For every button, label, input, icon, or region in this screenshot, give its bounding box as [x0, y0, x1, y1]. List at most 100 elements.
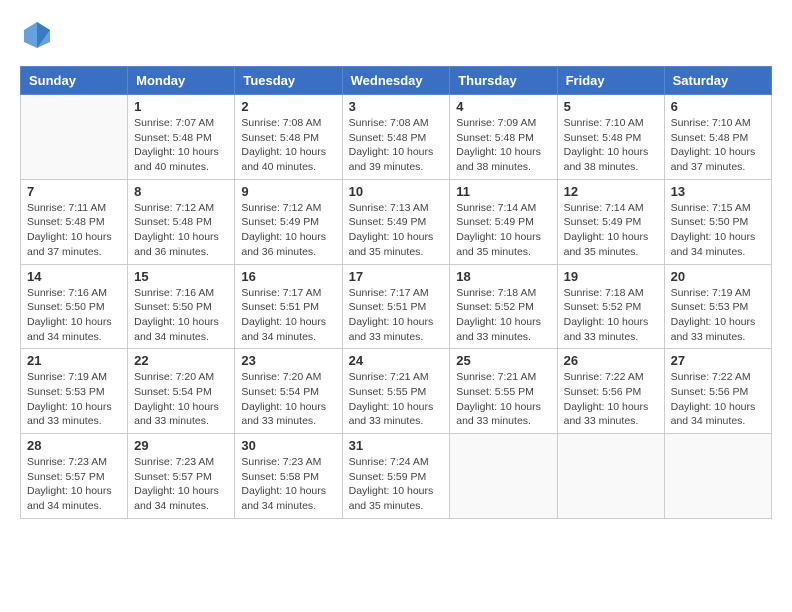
day-number: 26	[564, 353, 658, 368]
day-info: Sunrise: 7:11 AM Sunset: 5:48 PM Dayligh…	[27, 201, 121, 260]
day-number: 2	[241, 99, 335, 114]
day-number: 27	[671, 353, 765, 368]
calendar-week-row: 21 Sunrise: 7:19 AM Sunset: 5:53 PM Dayli…	[21, 349, 772, 434]
calendar-cell: 18 Sunrise: 7:18 AM Sunset: 5:52 PM Dayli…	[450, 264, 557, 349]
weekday-header-sunday: Sunday	[21, 67, 128, 95]
calendar-cell: 6Sunrise: 7:10 AM Sunset: 5:48 PM Daylig…	[664, 95, 771, 180]
day-info: Sunrise: 7:15 AM Sunset: 5:50 PM Dayligh…	[671, 201, 765, 260]
calendar-cell	[664, 434, 771, 519]
day-number: 18	[456, 269, 550, 284]
calendar-cell: 4 Sunrise: 7:09 AM Sunset: 5:48 PM Daylig…	[450, 95, 557, 180]
calendar-cell: 13 Sunrise: 7:15 AM Sunset: 5:50 PM Dayli…	[664, 179, 771, 264]
calendar-cell: 27 Sunrise: 7:22 AM Sunset: 5:56 PM Dayli…	[664, 349, 771, 434]
calendar-cell	[21, 95, 128, 180]
day-number: 23	[241, 353, 335, 368]
calendar-cell: 2 Sunrise: 7:08 AM Sunset: 5:48 PM Daylig…	[235, 95, 342, 180]
day-info: Sunrise: 7:07 AM Sunset: 5:48 PM Dayligh…	[134, 116, 228, 175]
day-info: Sunrise: 7:22 AM Sunset: 5:56 PM Dayligh…	[671, 370, 765, 429]
calendar-cell: 8 Sunrise: 7:12 AM Sunset: 5:48 PM Daylig…	[128, 179, 235, 264]
day-info: Sunrise: 7:20 AM Sunset: 5:54 PM Dayligh…	[241, 370, 335, 429]
day-number: 7	[27, 184, 121, 199]
day-number: 5	[564, 99, 658, 114]
calendar-cell: 15 Sunrise: 7:16 AM Sunset: 5:50 PM Dayli…	[128, 264, 235, 349]
logo	[20, 20, 52, 56]
calendar-table: SundayMondayTuesdayWednesdayThursdayFrid…	[20, 66, 772, 519]
day-info: Sunrise: 7:13 AM Sunset: 5:49 PM Dayligh…	[349, 201, 444, 260]
calendar-cell: 21 Sunrise: 7:19 AM Sunset: 5:53 PM Dayli…	[21, 349, 128, 434]
day-info: Sunrise: 7:22 AM Sunset: 5:56 PM Dayligh…	[564, 370, 658, 429]
logo-icon	[22, 20, 52, 50]
day-info: Sunrise: 7:09 AM Sunset: 5:48 PM Dayligh…	[456, 116, 550, 175]
calendar-cell: 12 Sunrise: 7:14 AM Sunset: 5:49 PM Dayli…	[557, 179, 664, 264]
day-info: Sunrise: 7:17 AM Sunset: 5:51 PM Dayligh…	[349, 286, 444, 345]
calendar-cell	[450, 434, 557, 519]
day-info: Sunrise: 7:21 AM Sunset: 5:55 PM Dayligh…	[456, 370, 550, 429]
calendar-cell: 31 Sunrise: 7:24 AM Sunset: 5:59 PM Dayli…	[342, 434, 450, 519]
calendar-cell: 25 Sunrise: 7:21 AM Sunset: 5:55 PM Dayli…	[450, 349, 557, 434]
calendar-cell: 14 Sunrise: 7:16 AM Sunset: 5:50 PM Dayli…	[21, 264, 128, 349]
day-number: 25	[456, 353, 550, 368]
day-info: Sunrise: 7:24 AM Sunset: 5:59 PM Dayligh…	[349, 455, 444, 514]
calendar-cell: 7 Sunrise: 7:11 AM Sunset: 5:48 PM Daylig…	[21, 179, 128, 264]
day-number: 10	[349, 184, 444, 199]
day-number: 29	[134, 438, 228, 453]
day-number: 4	[456, 99, 550, 114]
day-info: Sunrise: 7:08 AM Sunset: 5:48 PM Dayligh…	[349, 116, 444, 175]
weekday-header-row: SundayMondayTuesdayWednesdayThursdayFrid…	[21, 67, 772, 95]
day-number: 20	[671, 269, 765, 284]
day-number: 22	[134, 353, 228, 368]
weekday-header-monday: Monday	[128, 67, 235, 95]
calendar-cell: 20 Sunrise: 7:19 AM Sunset: 5:53 PM Dayli…	[664, 264, 771, 349]
calendar-cell: 30Sunrise: 7:23 AM Sunset: 5:58 PM Dayli…	[235, 434, 342, 519]
calendar-cell: 19 Sunrise: 7:18 AM Sunset: 5:52 PM Dayli…	[557, 264, 664, 349]
day-info: Sunrise: 7:12 AM Sunset: 5:48 PM Dayligh…	[134, 201, 228, 260]
weekday-header-tuesday: Tuesday	[235, 67, 342, 95]
calendar-cell: 26 Sunrise: 7:22 AM Sunset: 5:56 PM Dayli…	[557, 349, 664, 434]
day-info: Sunrise: 7:14 AM Sunset: 5:49 PM Dayligh…	[456, 201, 550, 260]
day-info: Sunrise: 7:17 AM Sunset: 5:51 PM Dayligh…	[241, 286, 335, 345]
day-info: Sunrise: 7:12 AM Sunset: 5:49 PM Dayligh…	[241, 201, 335, 260]
calendar-cell: 11 Sunrise: 7:14 AM Sunset: 5:49 PM Dayli…	[450, 179, 557, 264]
day-number: 11	[456, 184, 550, 199]
weekday-header-friday: Friday	[557, 67, 664, 95]
page-header	[20, 20, 772, 56]
calendar-cell	[557, 434, 664, 519]
calendar-cell: 5 Sunrise: 7:10 AM Sunset: 5:48 PM Daylig…	[557, 95, 664, 180]
day-number: 24	[349, 353, 444, 368]
day-number: 9	[241, 184, 335, 199]
day-number: 1	[134, 99, 228, 114]
day-info: Sunrise: 7:19 AM Sunset: 5:53 PM Dayligh…	[27, 370, 121, 429]
calendar-cell: 24Sunrise: 7:21 AM Sunset: 5:55 PM Dayli…	[342, 349, 450, 434]
day-info: Sunrise: 7:10 AM Sunset: 5:48 PM Dayligh…	[564, 116, 658, 175]
day-info: Sunrise: 7:23 AM Sunset: 5:57 PM Dayligh…	[134, 455, 228, 514]
day-number: 17	[349, 269, 444, 284]
day-info: Sunrise: 7:16 AM Sunset: 5:50 PM Dayligh…	[134, 286, 228, 345]
day-number: 13	[671, 184, 765, 199]
day-info: Sunrise: 7:18 AM Sunset: 5:52 PM Dayligh…	[564, 286, 658, 345]
day-info: Sunrise: 7:23 AM Sunset: 5:58 PM Dayligh…	[241, 455, 335, 514]
weekday-header-wednesday: Wednesday	[342, 67, 450, 95]
day-number: 15	[134, 269, 228, 284]
day-number: 19	[564, 269, 658, 284]
day-info: Sunrise: 7:19 AM Sunset: 5:53 PM Dayligh…	[671, 286, 765, 345]
day-info: Sunrise: 7:14 AM Sunset: 5:49 PM Dayligh…	[564, 201, 658, 260]
day-number: 28	[27, 438, 121, 453]
calendar-cell: 28 Sunrise: 7:23 AM Sunset: 5:57 PM Dayli…	[21, 434, 128, 519]
weekday-header-thursday: Thursday	[450, 67, 557, 95]
day-info: Sunrise: 7:18 AM Sunset: 5:52 PM Dayligh…	[456, 286, 550, 345]
weekday-header-saturday: Saturday	[664, 67, 771, 95]
calendar-cell: 3Sunrise: 7:08 AM Sunset: 5:48 PM Daylig…	[342, 95, 450, 180]
day-info: Sunrise: 7:08 AM Sunset: 5:48 PM Dayligh…	[241, 116, 335, 175]
day-number: 14	[27, 269, 121, 284]
day-number: 31	[349, 438, 444, 453]
calendar-cell: 23 Sunrise: 7:20 AM Sunset: 5:54 PM Dayli…	[235, 349, 342, 434]
day-info: Sunrise: 7:23 AM Sunset: 5:57 PM Dayligh…	[27, 455, 121, 514]
day-number: 12	[564, 184, 658, 199]
calendar-week-row: 7 Sunrise: 7:11 AM Sunset: 5:48 PM Daylig…	[21, 179, 772, 264]
calendar-week-row: 28 Sunrise: 7:23 AM Sunset: 5:57 PM Dayli…	[21, 434, 772, 519]
day-number: 21	[27, 353, 121, 368]
calendar-week-row: 1 Sunrise: 7:07 AM Sunset: 5:48 PM Daylig…	[21, 95, 772, 180]
day-number: 6	[671, 99, 765, 114]
day-info: Sunrise: 7:16 AM Sunset: 5:50 PM Dayligh…	[27, 286, 121, 345]
day-number: 8	[134, 184, 228, 199]
